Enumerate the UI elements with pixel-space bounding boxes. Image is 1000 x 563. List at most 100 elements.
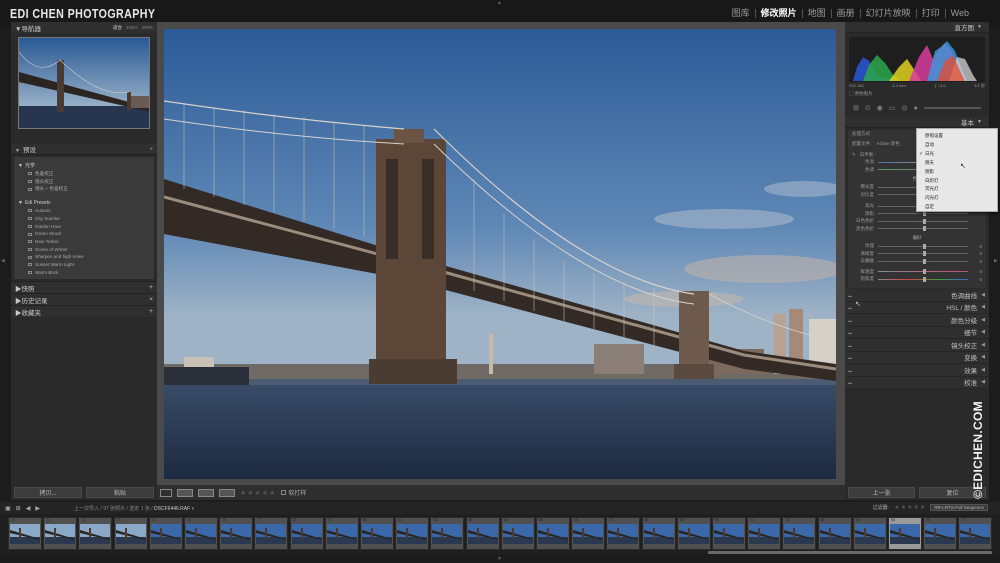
add-collection-icon[interactable]: + [149, 308, 153, 315]
wb-option[interactable]: 自动 [917, 141, 997, 150]
preset-item[interactable]: Warm Brick [14, 269, 154, 277]
filmstrip-thumbnail[interactable]: 71 [43, 517, 78, 550]
preset-item[interactable]: Autumn [14, 207, 154, 215]
wb-option[interactable]: 荧光灯 [917, 185, 997, 194]
wb-option[interactable]: 白炽灯 [917, 177, 997, 186]
filmstrip-thumbnail[interactable]: 85 [536, 517, 570, 550]
panel-switch-icon[interactable]: ▬ [848, 330, 854, 335]
preset-item[interactable]: Sharpen and high noise [14, 253, 154, 261]
preset-item[interactable]: Golden Hour [14, 223, 154, 231]
add-preset-icon[interactable]: + [149, 146, 153, 153]
filmstrip-thumbnail[interactable]: 73 [113, 517, 148, 550]
filmstrip-thumbnail[interactable]: 81 [395, 517, 430, 550]
filmstrip-thumbnail[interactable]: 86 [571, 517, 606, 550]
before-after-view-icon[interactable] [177, 488, 193, 497]
clear-history-icon[interactable]: × [149, 296, 153, 303]
history-header[interactable]: ▶历史记录 × [11, 293, 157, 305]
filmstrip-thumbnail[interactable]: 92 [782, 517, 817, 550]
module-book[interactable]: 画册 [830, 9, 860, 18]
panel-tone-curve[interactable]: ▬ 色调曲线 ◀ [845, 289, 989, 302]
panel-switch-icon[interactable]: ▬ [848, 343, 854, 348]
navigator-preview[interactable] [18, 37, 150, 129]
saturation-slider[interactable] [878, 276, 968, 282]
preset-item[interactable]: 镜头 + 色差校正 [14, 185, 154, 193]
zoom-fit[interactable]: 适合 [113, 25, 122, 31]
filter-dropdown[interactable]: RR-LRTS-Full Sequence [930, 504, 988, 511]
slider-knob[interactable] [923, 226, 926, 232]
filmstrip-thumbnail[interactable]: 70 [8, 517, 42, 550]
whites-slider[interactable] [878, 218, 968, 224]
graduated-filter-icon[interactable]: ▭ [889, 104, 896, 112]
filmstrip-thumbnail[interactable]: 84 [500, 517, 535, 550]
radial-filter-icon[interactable]: ◎ [901, 104, 907, 112]
source-info[interactable]: 上一次导入 / 97 张照片 / 选定 1 张 / DSCF6446.RAF ▾ [74, 505, 194, 512]
filmstrip-thumbnail[interactable]: 76 [219, 517, 254, 550]
panel-switch-icon[interactable]: ▬ [848, 355, 854, 360]
rating-stars[interactable]: ★★★★★ [240, 489, 276, 497]
preset-item[interactable]: Green Wood [14, 230, 154, 238]
crop-icon[interactable]: ⊞ [853, 104, 859, 112]
wb-option[interactable]: 闪光灯 [917, 194, 997, 203]
module-web[interactable]: Web [944, 9, 974, 18]
preset-folder-edi[interactable]: ▼ Edi Presets [14, 199, 154, 207]
panel-switch-icon[interactable]: ▬ [848, 318, 854, 323]
panel-switch-icon[interactable]: ▬ [848, 368, 854, 373]
forward-arrow-icon[interactable]: ▶ [35, 505, 40, 512]
filmstrip-thumbnail[interactable]: 75 [184, 517, 218, 550]
preset-item[interactable]: City Sunrise [14, 215, 154, 223]
filmstrip-thumbnail[interactable]: 94 [852, 517, 887, 550]
top-panel-toggle-icon[interactable]: ▲ [497, 0, 502, 6]
module-print[interactable]: 打印 [915, 9, 945, 18]
filmstrip-thumbnail[interactable]: 82 [430, 517, 465, 550]
slider-knob[interactable] [923, 243, 926, 249]
basic-header[interactable]: 基本 ▼ [845, 117, 989, 128]
filmstrip-thumbnail[interactable]: 78 [289, 517, 324, 550]
filter-stars[interactable]: ★★★★★ [894, 504, 926, 511]
preset-item[interactable]: 色差校正 [14, 170, 154, 178]
soft-proof-toggle[interactable]: 软打样 [281, 488, 306, 497]
slider-knob[interactable] [923, 251, 926, 257]
module-library[interactable]: 图库 [727, 9, 755, 18]
slider-knob[interactable] [923, 258, 926, 264]
panel-color-grading[interactable]: ▬ 颜色分级 ◀ [845, 314, 989, 327]
histogram-header[interactable]: 直方图 ▼ [845, 22, 989, 33]
before-after-swap-icon[interactable] [198, 488, 214, 497]
filmstrip-thumbnail[interactable]: 90 [712, 517, 746, 550]
preset-item[interactable]: New Yorker [14, 238, 154, 246]
filmstrip-scrollbar[interactable] [708, 551, 992, 554]
bottom-panel-toggle-icon[interactable]: ▼ [497, 556, 502, 562]
spot-removal-icon[interactable]: ⊙ [865, 104, 871, 112]
left-panel-toggle-icon[interactable]: ◀ [1, 258, 5, 264]
filmstrip-thumbnail[interactable]: 72 [78, 517, 113, 550]
add-snapshot-icon[interactable]: + [149, 284, 153, 291]
panel-effects[interactable]: ▬ 效果 ◀ [845, 364, 989, 377]
filmstrip-thumbnail[interactable]: 93 [817, 517, 852, 550]
histogram-graph[interactable] [849, 37, 985, 82]
secondary-display-icon[interactable]: ▣ [5, 505, 11, 512]
wb-option[interactable]: 原照设置 [917, 132, 997, 141]
vibrance-slider[interactable] [878, 269, 968, 275]
wb-option[interactable]: 自定 [917, 203, 997, 212]
preset-folder-optics[interactable]: ▼ 光学 [14, 161, 154, 170]
shadows-slider[interactable] [878, 211, 968, 217]
filmstrip-thumbnail[interactable]: 80 [360, 517, 394, 550]
preset-item[interactable]: 镜头校正 [14, 178, 154, 186]
copy-settings-button[interactable]: 拷贝... [14, 487, 82, 498]
snapshots-header[interactable]: ▶快照 + [11, 281, 157, 293]
preset-item[interactable]: Sunset Warm Light [14, 261, 154, 269]
panel-transform[interactable]: ▬ 变换 ◀ [845, 351, 989, 364]
zoom-100[interactable]: 100% [126, 25, 138, 31]
filmstrip-thumbnail[interactable]: 88 [641, 517, 676, 550]
paste-settings-button[interactable]: 粘贴 [86, 487, 154, 498]
filmstrip-thumbnail[interactable]: 83 [465, 517, 500, 550]
profile-dropdown[interactable]: Adobe 颜色 [877, 141, 900, 147]
panel-hsl[interactable]: ▬ HSL / 颜色 ◀ [845, 301, 989, 314]
slider-knob[interactable] [923, 276, 926, 282]
texture-slider[interactable] [878, 243, 968, 249]
filmstrip-thumbnail[interactable]: 95 [888, 517, 922, 550]
module-develop[interactable]: 修改照片 [754, 9, 802, 18]
navigator-header[interactable]: ▼导航器 适合 100% 200% [11, 22, 157, 33]
blacks-slider[interactable] [878, 226, 968, 232]
panel-detail[interactable]: ▬ 细节 ◀ [845, 326, 989, 339]
copy-before-after-icon[interactable] [219, 488, 235, 497]
